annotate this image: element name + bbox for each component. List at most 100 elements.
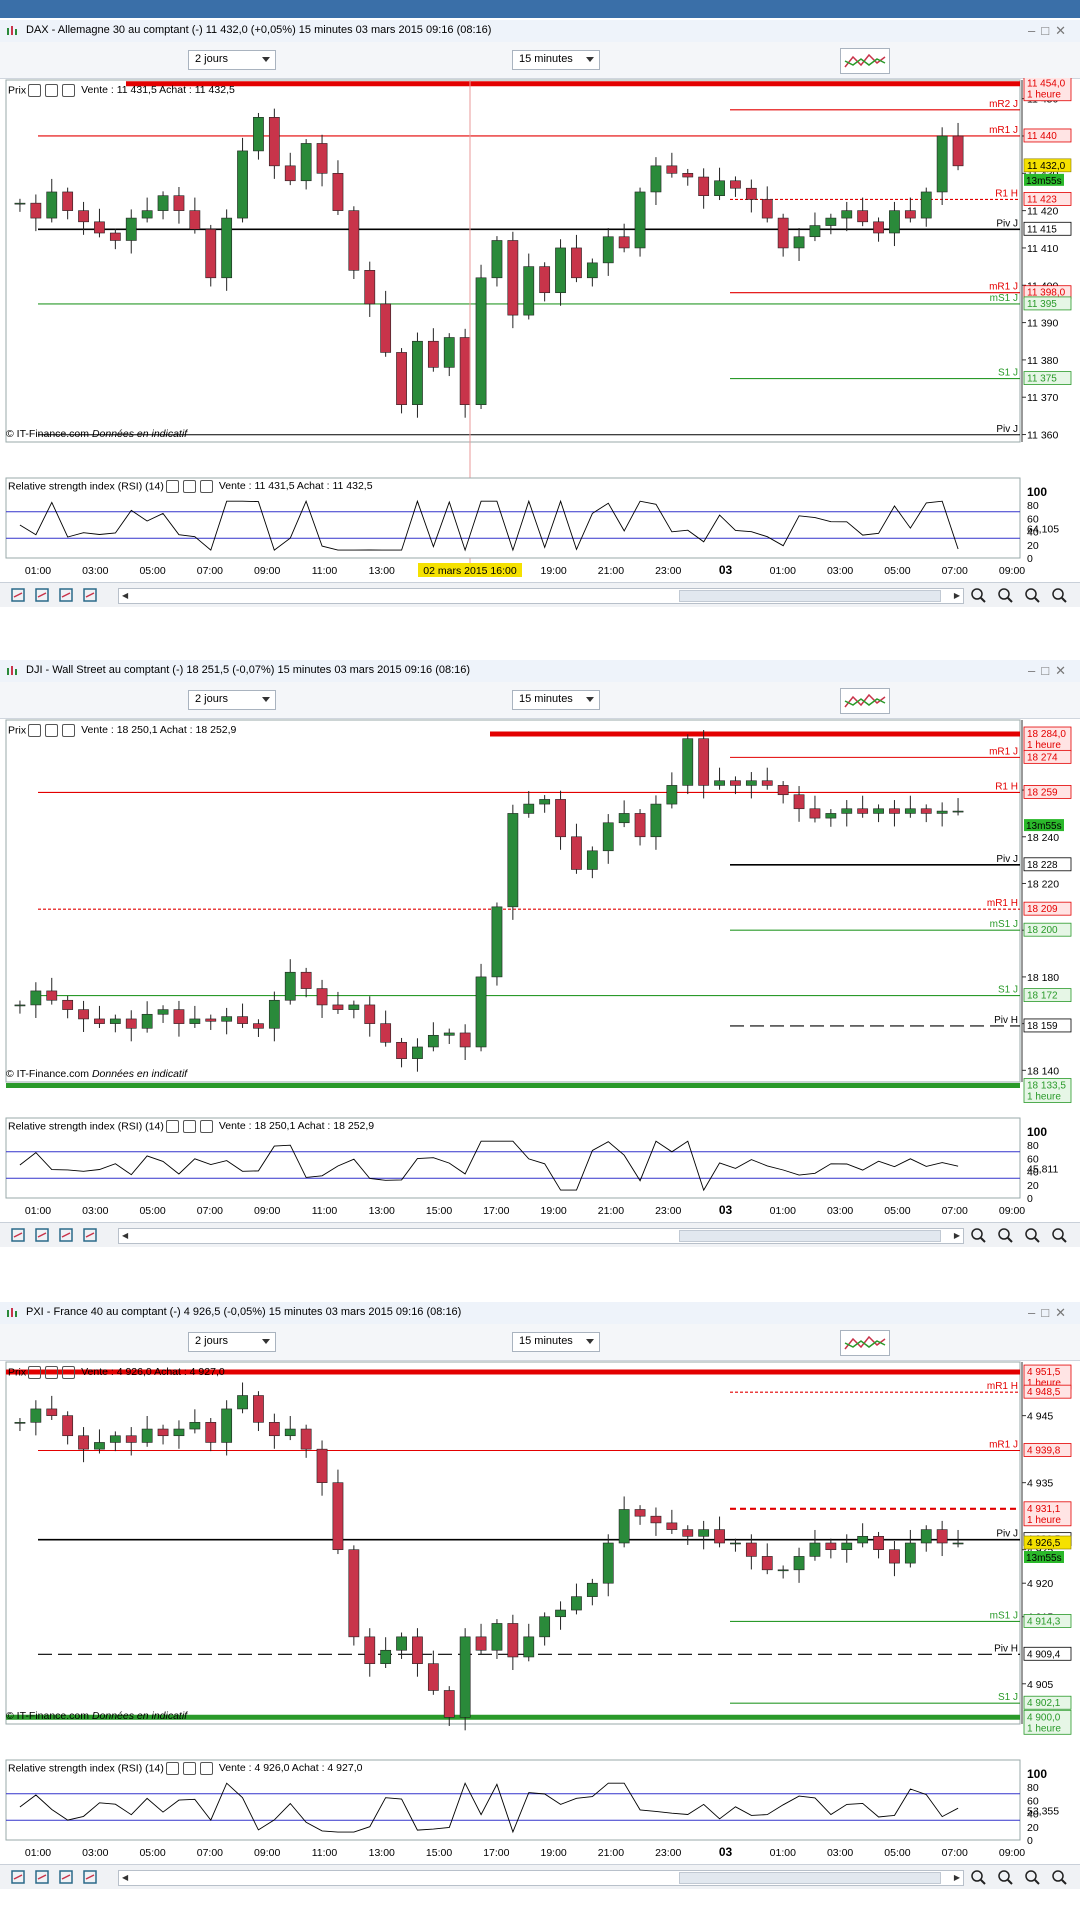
horizontal-scrollbar[interactable]: ◀ ▶ [118, 1228, 964, 1244]
scroll-right-arrow[interactable]: ▶ [954, 1873, 960, 1882]
zoom-select-icon[interactable] [997, 1869, 1013, 1885]
layout-icon[interactable] [82, 1869, 98, 1885]
interval-select[interactable]: 15 minutes [512, 50, 600, 70]
wrench-icon[interactable] [165, 480, 179, 493]
indicator-picker-icon[interactable] [840, 688, 890, 714]
wrench-icon[interactable] [28, 1366, 42, 1379]
window-controls[interactable]: –□✕ [1028, 23, 1072, 39]
candle-body [396, 1041, 407, 1059]
zoom-fit-icon[interactable] [970, 587, 986, 603]
copyright-note: © IT-Finance.com Données en indicatif [6, 428, 187, 440]
indicator-picker-icon[interactable] [840, 1330, 890, 1356]
window-icon[interactable] [45, 84, 59, 97]
cursor-icon[interactable] [34, 1869, 50, 1885]
zoom-in-icon[interactable] [1051, 1869, 1067, 1885]
close-icon[interactable] [199, 1120, 213, 1133]
zoom-in-icon[interactable] [1051, 587, 1067, 603]
candle-body [904, 210, 916, 219]
candle-body [682, 172, 694, 178]
window-icon[interactable] [45, 724, 59, 737]
candle-body [761, 199, 773, 219]
export-icon[interactable] [10, 1227, 26, 1243]
chart-canvas[interactable]: 18 26018 24018 22018 20018 18018 16018 1… [0, 718, 1080, 1242]
window-icon[interactable] [45, 1366, 59, 1379]
zoom-out-icon[interactable] [1024, 1227, 1040, 1243]
scroll-right-arrow[interactable]: ▶ [954, 591, 960, 600]
wrench-icon[interactable] [28, 724, 42, 737]
candle-body [253, 1023, 264, 1029]
wrench-icon[interactable] [28, 84, 42, 97]
close-icon[interactable] [62, 1366, 76, 1379]
cursor-icon[interactable] [34, 1227, 50, 1243]
level-price-value: 18 133,5 [1027, 1081, 1066, 1092]
candle-body [268, 117, 280, 167]
chart-canvas[interactable]: 11 45011 44011 43011 42011 41011 40011 3… [0, 78, 1080, 602]
indicator-picker-icon[interactable] [840, 48, 890, 74]
candle-body [491, 240, 503, 279]
candle-body [94, 221, 105, 234]
zoom-fit-icon[interactable] [970, 1227, 986, 1243]
x-tick-label: 07:00 [197, 565, 223, 577]
candle-body [157, 195, 169, 211]
window-controls[interactable]: –□✕ [1028, 1305, 1072, 1321]
zoom-select-icon[interactable] [997, 587, 1013, 603]
scroll-left-arrow[interactable]: ◀ [122, 1873, 128, 1882]
wrench-icon[interactable] [165, 1120, 179, 1133]
save-icon[interactable] [58, 587, 74, 603]
scroll-thumb[interactable] [679, 1230, 941, 1242]
save-icon[interactable] [58, 1869, 74, 1885]
export-icon[interactable] [10, 1869, 26, 1885]
level-price-value: 18 209 [1027, 904, 1058, 915]
chart-navigation-bar: ◀ ▶ [0, 582, 1080, 607]
period-select[interactable]: 2 jours [188, 1332, 276, 1352]
close-icon[interactable] [199, 1762, 213, 1775]
zoom-in-icon[interactable] [1051, 1227, 1067, 1243]
window-controls[interactable]: –□✕ [1028, 663, 1072, 679]
window-icon[interactable] [182, 1120, 196, 1133]
layout-icon[interactable] [82, 587, 98, 603]
level-label: mR1 J [989, 282, 1018, 293]
window-icon[interactable] [182, 480, 196, 493]
rsi-last-value: 53,355 [1027, 1805, 1059, 1817]
save-icon[interactable] [58, 1227, 74, 1243]
interval-select[interactable]: 15 minutes [512, 1332, 600, 1352]
horizontal-scrollbar[interactable]: ◀ ▶ [118, 588, 964, 604]
cursor-icon[interactable] [34, 587, 50, 603]
zoom-select-icon[interactable] [997, 1227, 1013, 1243]
level-price-value: 18 284,0 [1027, 729, 1066, 740]
scroll-left-arrow[interactable]: ◀ [122, 591, 128, 600]
candle-body [873, 808, 884, 814]
zoom-fit-icon[interactable] [970, 1869, 986, 1885]
zoom-out-icon[interactable] [1024, 1869, 1040, 1885]
scroll-thumb[interactable] [679, 1872, 941, 1884]
close-icon[interactable] [199, 480, 213, 493]
x-tick-label: 21:00 [598, 1205, 624, 1217]
level-price-value: 4 902,1 [1027, 1698, 1061, 1709]
price-legend-label: Prix [8, 724, 27, 737]
period-select[interactable]: 2 jours [188, 690, 276, 710]
panel-titlebar: PXI - France 40 au comptant (-) 4 926,5 … [0, 1302, 1080, 1325]
level-label: mR1 J [989, 1439, 1018, 1450]
level-price-value: 18 172 [1027, 991, 1058, 1002]
close-icon[interactable] [62, 84, 76, 97]
chart-canvas[interactable]: 4 9454 9354 9254 9204 9154 9054 951,51 h… [0, 1360, 1080, 1884]
export-icon[interactable] [10, 587, 26, 603]
candle-body [825, 813, 837, 819]
layout-icon[interactable] [82, 1227, 98, 1243]
interval-select[interactable]: 15 minutes [512, 690, 600, 710]
scroll-thumb[interactable] [679, 590, 941, 602]
candle-body [793, 794, 805, 810]
close-icon[interactable] [62, 724, 76, 737]
rsi-legend-quote: Vente : 4 926,0 Achat : 4 927,0 [218, 1762, 363, 1775]
window-icon[interactable] [182, 1762, 196, 1775]
candle-body [332, 1482, 344, 1551]
horizontal-scrollbar[interactable]: ◀ ▶ [118, 1870, 964, 1886]
wrench-icon[interactable] [165, 1762, 179, 1775]
rsi-legend-quote: Vente : 11 431,5 Achat : 11 432,5 [218, 480, 373, 493]
level-label: R1 H [995, 188, 1018, 199]
x-tick-label: 05:00 [139, 1847, 165, 1859]
scroll-left-arrow[interactable]: ◀ [122, 1231, 128, 1240]
zoom-out-icon[interactable] [1024, 587, 1040, 603]
period-select[interactable]: 2 jours [188, 50, 276, 70]
scroll-right-arrow[interactable]: ▶ [954, 1231, 960, 1240]
